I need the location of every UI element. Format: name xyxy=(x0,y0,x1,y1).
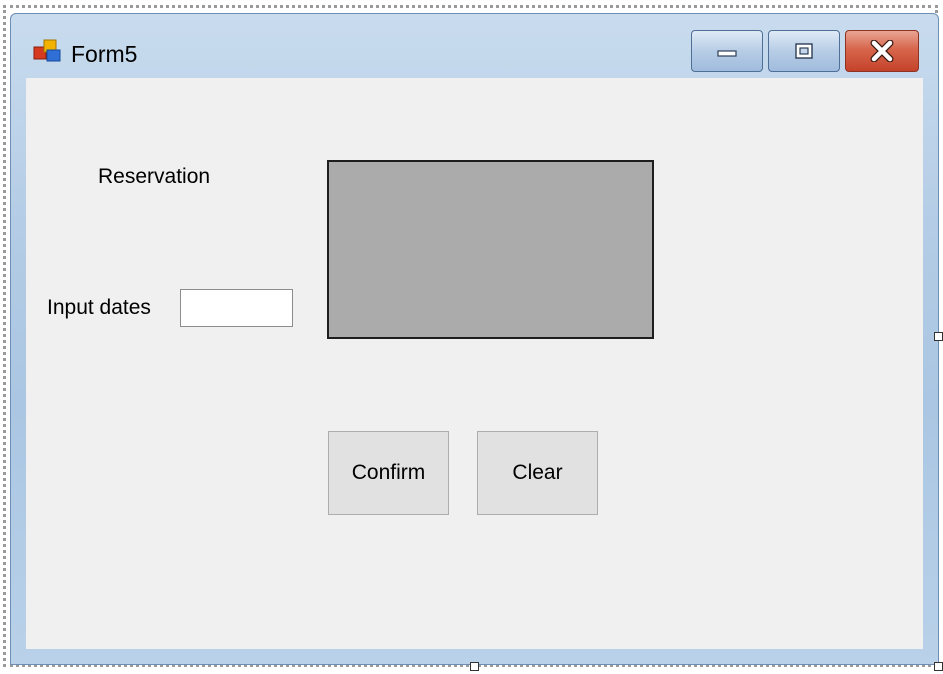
title-bar[interactable]: Form5 xyxy=(11,14,938,78)
gray-panel xyxy=(327,160,654,339)
maximize-button[interactable] xyxy=(768,30,840,72)
minimize-button[interactable] xyxy=(691,30,763,72)
resize-handle-bottom[interactable] xyxy=(470,662,479,671)
input-dates-textbox[interactable] xyxy=(180,289,293,327)
form-client-area: Reservation Input dates Confirm Clear xyxy=(26,78,923,649)
resize-handle-right[interactable] xyxy=(934,332,943,341)
input-dates-label: Input dates xyxy=(47,296,151,319)
window-title: Form5 xyxy=(71,41,138,67)
resize-handle-corner[interactable] xyxy=(934,662,943,671)
close-button[interactable] xyxy=(845,30,919,72)
maximize-icon xyxy=(795,43,813,59)
form-window[interactable]: Form5 Reservation Input dates Confirm Cl… xyxy=(10,13,939,665)
close-icon xyxy=(870,40,894,62)
reservation-label: Reservation xyxy=(98,165,211,188)
confirm-button[interactable]: Confirm xyxy=(328,431,449,515)
clear-button[interactable]: Clear xyxy=(477,431,598,515)
winforms-app-icon xyxy=(33,39,61,62)
designer-canvas: Form5 Reservation Input dates Confirm Cl… xyxy=(0,0,943,674)
minimize-icon xyxy=(717,50,737,57)
